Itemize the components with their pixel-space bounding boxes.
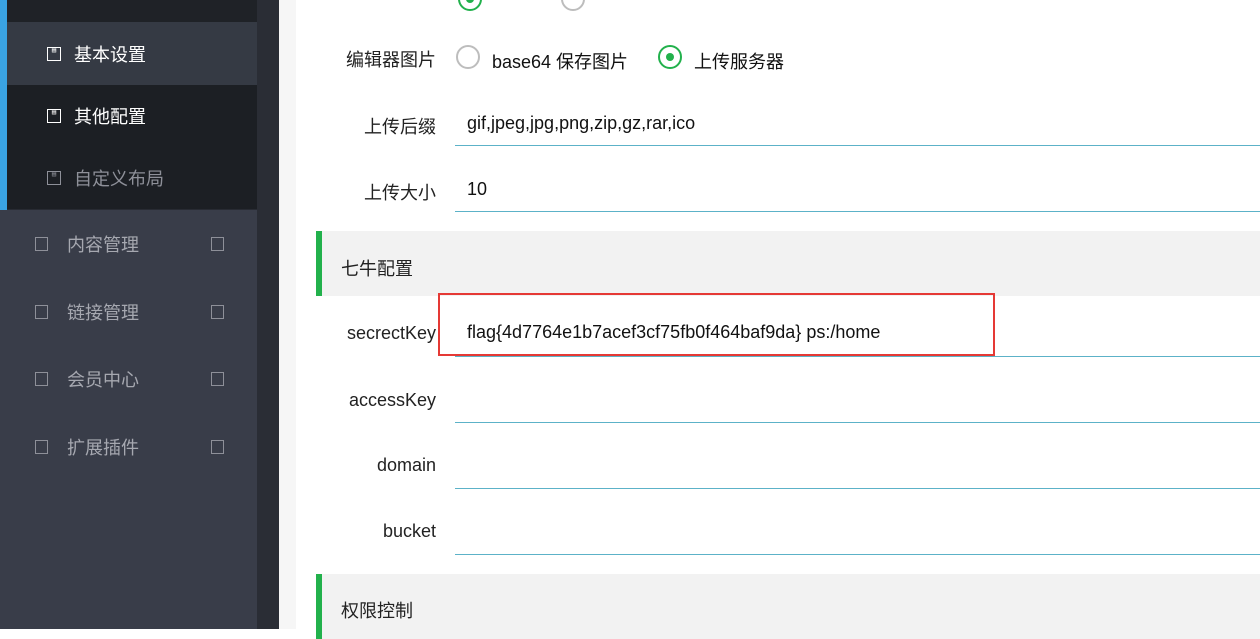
content-margin	[279, 0, 296, 629]
expand-icon	[211, 372, 224, 386]
submenu-item-cut	[7, 0, 257, 22]
sidebar-item-label: 扩展插件	[67, 438, 139, 458]
upload-ext-underline	[455, 145, 1260, 146]
settings-form: 编辑器图片 base64 保存图片 上传服务器 上传后缀 gif,jpeg,jp…	[296, 0, 1260, 639]
sidebar-item-label: 会员中心	[67, 370, 139, 390]
radio-prev-row-on[interactable]	[458, 0, 482, 11]
section-permission: 权限控制	[316, 574, 1260, 639]
doc-icon: ▤	[47, 46, 61, 61]
expand-icon	[211, 440, 224, 454]
doc-icon: ▤	[47, 171, 61, 185]
doc-icon	[35, 372, 48, 386]
expand-icon	[211, 237, 224, 251]
radio-base64[interactable]	[456, 45, 480, 69]
access-key-underline	[455, 422, 1260, 423]
doc-icon	[35, 237, 48, 251]
section-accent-bar	[316, 231, 322, 296]
highlight-box	[438, 293, 995, 356]
sidebar-item-label: 内容管理	[67, 235, 139, 255]
sidebar-item-plugins[interactable]: 扩展插件	[0, 414, 257, 480]
sidebar: ▤ 基本设置 ▤ 其他配置 ▤ 自定义布局 内容管理 链接管理 会员中心 扩展插…	[0, 0, 257, 629]
secret-key-label: secrectKey	[346, 323, 436, 343]
sidebar-scroll-gutter	[257, 0, 279, 629]
section-qiniu: 七牛配置	[316, 231, 1260, 296]
sidebar-item-members[interactable]: 会员中心	[0, 346, 257, 412]
access-key-label: accessKey	[348, 390, 436, 410]
sidebar-item-label: 基本设置	[74, 44, 146, 65]
sidebar-item-basic-settings[interactable]: ▤ 基本设置	[7, 22, 257, 85]
radio-upload-server-label: 上传服务器	[694, 52, 784, 72]
expand-icon	[211, 305, 224, 319]
section-accent-bar	[316, 574, 322, 639]
domain-underline	[455, 488, 1260, 489]
domain-label: domain	[376, 455, 436, 475]
bucket-underline	[455, 554, 1260, 555]
sidebar-item-links[interactable]: 链接管理	[0, 279, 257, 345]
doc-icon: ▤	[47, 109, 61, 123]
upload-size-underline	[455, 211, 1260, 212]
upload-size-label: 上传大小	[364, 183, 436, 203]
sidebar-item-other-config[interactable]: ▤ 其他配置	[7, 85, 257, 147]
sidebar-item-custom-layout[interactable]: ▤ 自定义布局	[7, 147, 257, 209]
submenu-system: ▤ 基本设置 ▤ 其他配置 ▤ 自定义布局	[0, 0, 257, 210]
section-title: 权限控制	[341, 601, 413, 621]
upload-size-input[interactable]: 10	[467, 179, 487, 200]
radio-upload-server[interactable]	[658, 45, 682, 69]
sidebar-item-content[interactable]: 内容管理	[0, 211, 257, 277]
doc-icon	[35, 440, 48, 454]
doc-icon	[35, 305, 48, 319]
upload-ext-input[interactable]: gif,jpeg,jpg,png,zip,gz,rar,ico	[467, 113, 695, 134]
active-indicator	[0, 0, 7, 210]
sidebar-item-label: 链接管理	[67, 303, 139, 323]
radio-base64-label: base64 保存图片	[492, 52, 629, 72]
secret-key-underline	[455, 356, 1260, 357]
bucket-label: bucket	[382, 521, 436, 541]
sidebar-item-label: 自定义布局	[74, 169, 164, 189]
editor-image-label: 编辑器图片	[346, 50, 436, 70]
section-title: 七牛配置	[341, 259, 413, 279]
radio-prev-row-off[interactable]	[561, 0, 585, 11]
upload-ext-label: 上传后缀	[364, 117, 436, 137]
sidebar-item-label: 其他配置	[74, 107, 146, 127]
